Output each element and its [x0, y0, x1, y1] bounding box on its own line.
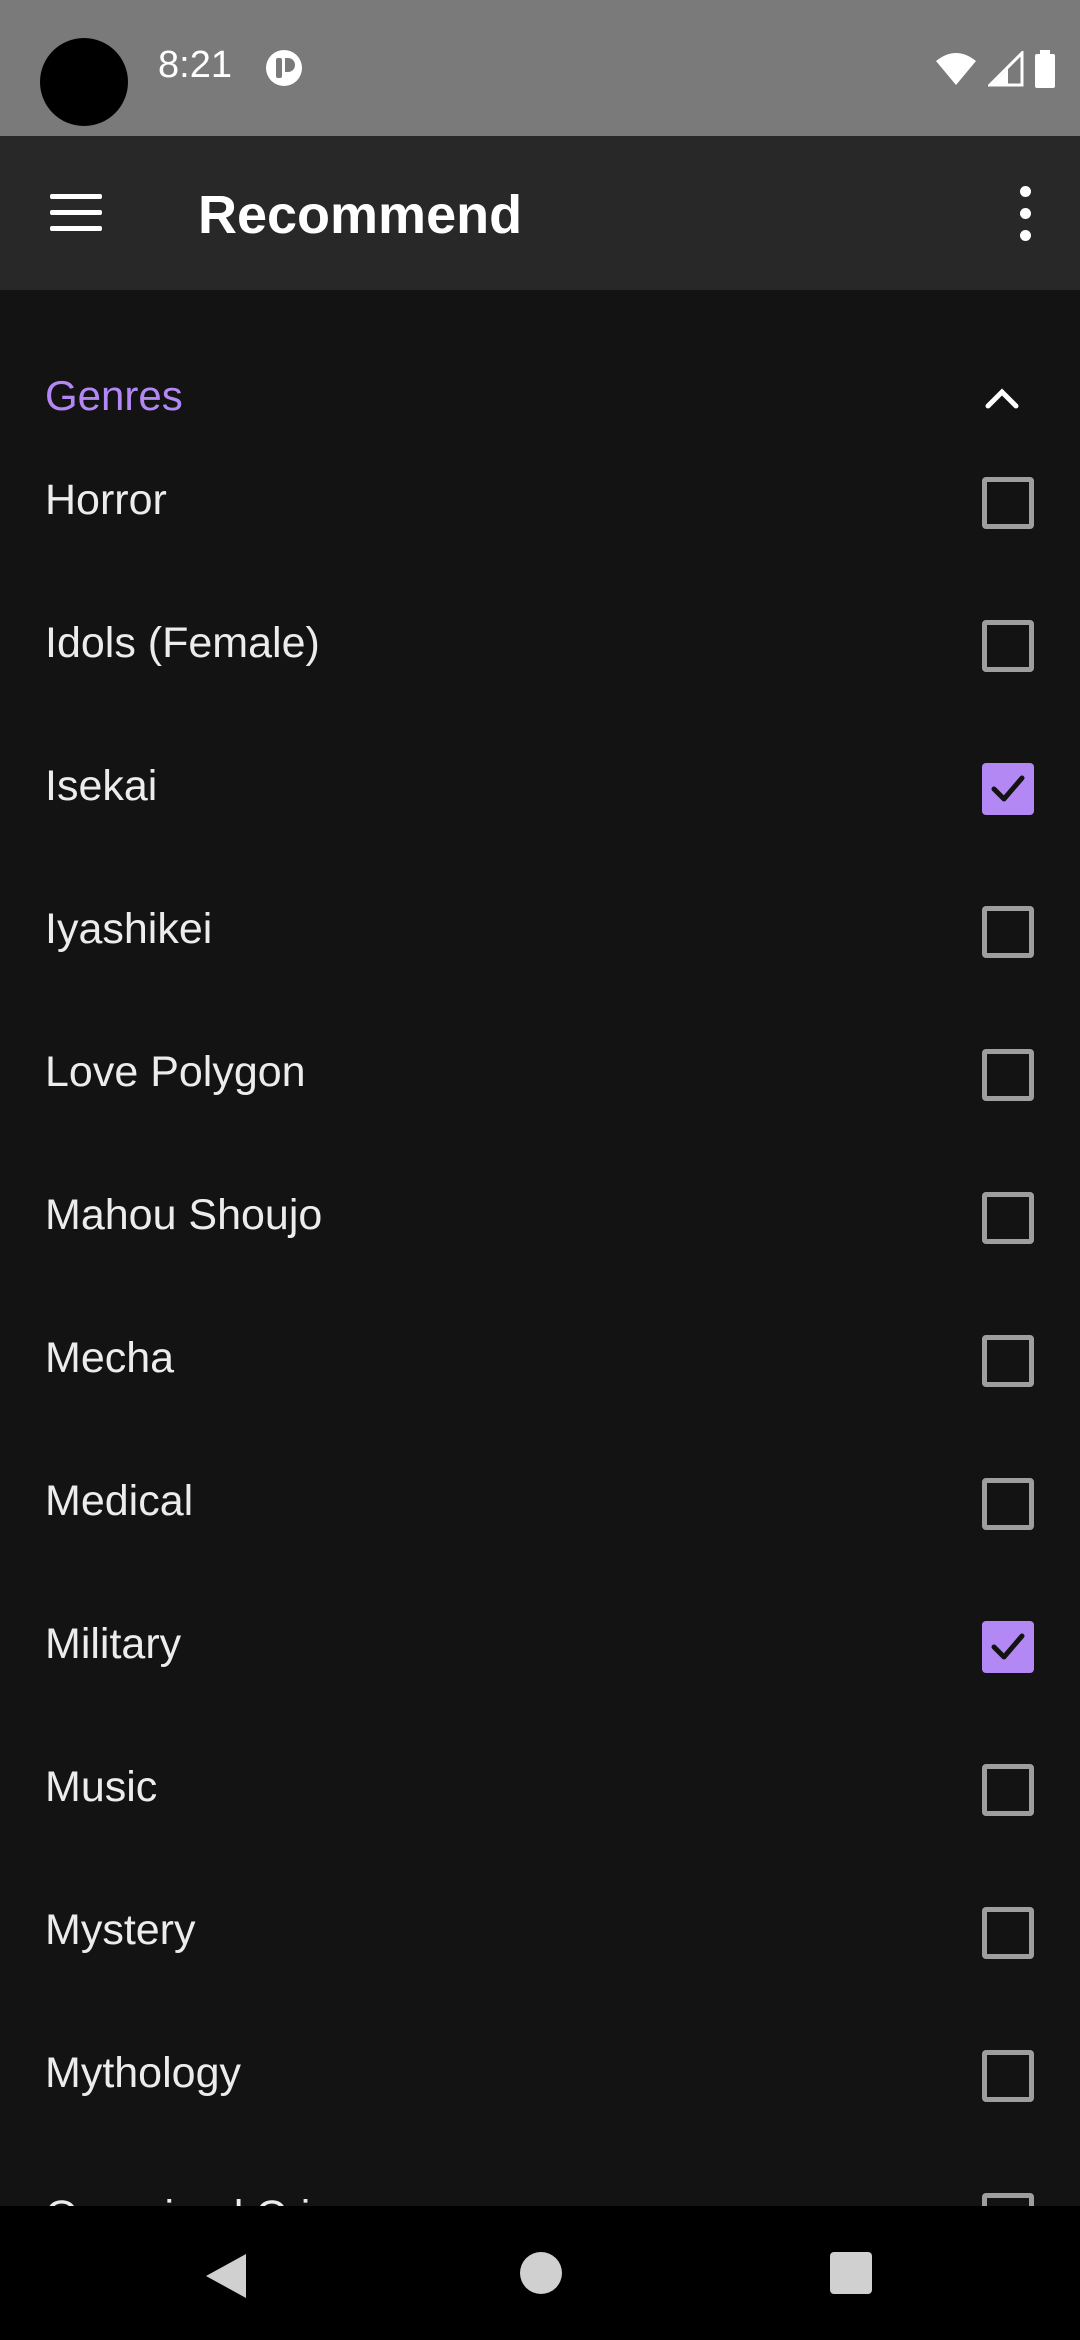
genre-label: Military: [45, 1620, 182, 1668]
status-bar: 8:21: [0, 0, 1080, 136]
app-bar: Recommend: [0, 136, 1080, 290]
genre-checkbox[interactable]: [982, 620, 1034, 672]
genre-row[interactable]: Organized Crime: [0, 2149, 1080, 2206]
genre-checkbox[interactable]: [982, 1478, 1034, 1530]
genre-row[interactable]: Iyashikei: [0, 862, 1080, 1005]
genres-section-title: Genres: [45, 372, 183, 419]
home-icon[interactable]: [520, 2252, 562, 2294]
genre-row[interactable]: Mythology: [0, 2006, 1080, 2149]
genre-label: Idols (Female): [45, 619, 320, 667]
genre-checkbox[interactable]: [982, 763, 1034, 815]
genre-checkbox[interactable]: [982, 477, 1034, 529]
genre-checkbox[interactable]: [982, 2193, 1034, 2206]
genre-row[interactable]: Love Polygon: [0, 1005, 1080, 1148]
genre-row[interactable]: Music: [0, 1720, 1080, 1863]
check-icon: [991, 775, 1025, 802]
genre-checkbox[interactable]: [982, 1335, 1034, 1387]
notification-icon: [266, 50, 302, 86]
camera-cutout: [40, 38, 128, 126]
genre-label: Organized Crime: [45, 2192, 370, 2206]
genre-row[interactable]: Isekai: [0, 719, 1080, 862]
genre-label: Iyashikei: [45, 905, 213, 953]
genre-label: Love Polygon: [45, 1048, 306, 1096]
recents-icon[interactable]: [830, 2252, 872, 2294]
check-icon: [991, 1633, 1025, 1660]
genres-section-header[interactable]: Genres: [0, 350, 1080, 440]
chevron-up-icon: [985, 388, 1019, 409]
page-title: Recommend: [198, 185, 523, 245]
genre-label: Medical: [45, 1477, 194, 1525]
genre-row[interactable]: Idols (Female): [0, 576, 1080, 719]
genre-checkbox[interactable]: [982, 1049, 1034, 1101]
genre-label: Music: [45, 1763, 158, 1811]
genre-row[interactable]: Military: [0, 1577, 1080, 1720]
genre-row[interactable]: Mystery: [0, 1863, 1080, 2006]
back-icon[interactable]: [202, 2250, 250, 2302]
genre-checkbox[interactable]: [982, 1192, 1034, 1244]
status-time: 8:21: [158, 44, 232, 86]
genre-checkbox[interactable]: [982, 1764, 1034, 1816]
genre-label: Mythology: [45, 2049, 241, 2097]
genre-label: Mecha: [45, 1334, 175, 1382]
genre-row[interactable]: Mecha: [0, 1291, 1080, 1434]
signal-icon: [988, 51, 1024, 87]
genre-row[interactable]: Horror: [0, 433, 1080, 576]
battery-icon: [1035, 50, 1055, 88]
genre-checkbox[interactable]: [982, 2050, 1034, 2102]
wifi-icon: [936, 53, 976, 85]
genre-label: Horror: [45, 476, 167, 524]
navigation-bar: [0, 2206, 1080, 2340]
genre-row[interactable]: Mahou Shoujo: [0, 1148, 1080, 1291]
genre-list-container[interactable]: Genres Horror Idols (Female) Isekai Iyashik…: [0, 290, 1080, 2206]
genre-label: Mahou Shoujo: [45, 1191, 323, 1239]
genre-checkbox[interactable]: [982, 906, 1034, 958]
genre-label: Isekai: [45, 762, 158, 810]
status-icons: [934, 48, 1056, 90]
genre-row[interactable]: Medical: [0, 1434, 1080, 1577]
more-options-button[interactable]: [1010, 186, 1040, 242]
menu-button[interactable]: [40, 188, 116, 240]
genre-label: Mystery: [45, 1906, 196, 1954]
genre-checkbox[interactable]: [982, 1621, 1034, 1673]
genre-checkbox[interactable]: [982, 1907, 1034, 1959]
